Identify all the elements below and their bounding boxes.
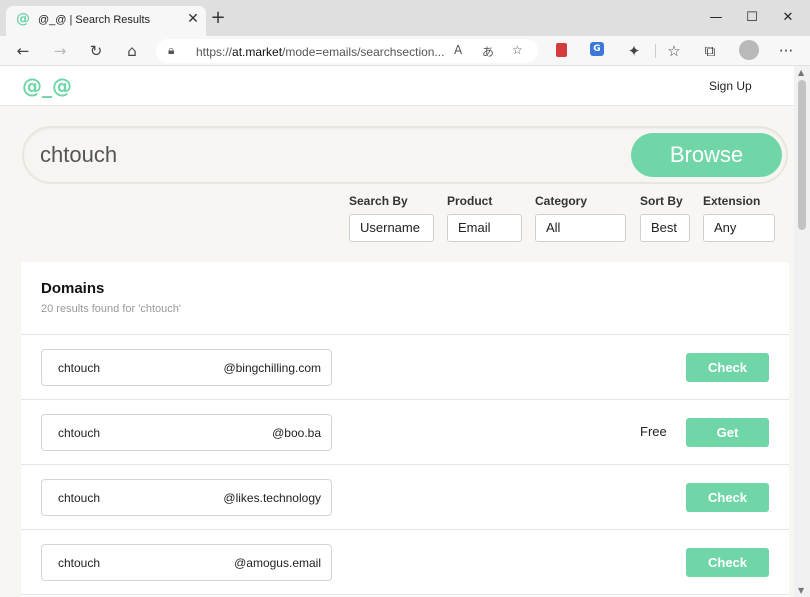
domain-username: chtouch (58, 426, 101, 440)
result-row: chtouch @bingchilling.com Check (21, 335, 789, 400)
sign-up-link[interactable]: Sign Up (709, 79, 752, 93)
filter-sort-by: Sort By Best (640, 194, 690, 242)
price-label: Free (640, 424, 667, 439)
extension-red-icon[interactable] (556, 43, 567, 57)
domain-box: chtouch @boo.ba (41, 414, 332, 451)
minimize-button[interactable]: — (696, 4, 736, 32)
home-icon[interactable]: ⌂ (120, 39, 144, 63)
result-row: chtouch @amogus.email Check (21, 530, 789, 595)
filter-label: Extension (703, 194, 761, 208)
search-by-select[interactable]: Username (349, 214, 434, 242)
domain-box: chtouch @bingchilling.com (41, 349, 332, 386)
translate-icon[interactable]: あ (482, 43, 494, 60)
filter-extension: Extension Any (703, 194, 775, 242)
browse-button[interactable]: Browse (631, 133, 782, 177)
search-bar: Browse (22, 126, 788, 184)
site-favicon-icon: @ (16, 11, 30, 27)
browser-titlebar: @ @_@ | Search Results ✕ + — ☐ ✕ (0, 0, 810, 36)
extensions-icon[interactable]: ✦ (622, 39, 646, 63)
add-favorite-icon[interactable]: ☆ (512, 43, 523, 57)
url-path: /mode=emails/searchsection... (282, 45, 445, 59)
maximize-button[interactable]: ☐ (732, 4, 772, 32)
toolbar-divider (655, 44, 656, 58)
results-count: 20 results found for 'chtouch' (41, 303, 181, 315)
check-button[interactable]: Check (686, 548, 769, 577)
domain-username: chtouch (58, 491, 101, 505)
collections-icon[interactable]: ⧉ (698, 39, 722, 63)
result-row: chtouch @likes.technology Check (21, 465, 789, 530)
domain-name: @boo.ba (272, 426, 321, 440)
results-panel: Domains 20 results found for 'chtouch' c… (21, 262, 789, 597)
results-title: Domains (41, 280, 105, 297)
forward-icon[interactable]: → (48, 39, 72, 63)
check-button[interactable]: Check (686, 353, 769, 382)
reload-icon[interactable]: ↻ (84, 39, 108, 63)
extension-select[interactable]: Any (703, 214, 775, 242)
url-scheme: https:// (196, 45, 233, 59)
domain-name: @bingchilling.com (223, 361, 321, 375)
tab-close-icon[interactable]: ✕ (184, 10, 202, 28)
page-scrollbar[interactable]: ▲ ▼ (794, 66, 810, 597)
window-close-button[interactable]: ✕ (768, 4, 808, 32)
url-host: at.market (232, 45, 283, 59)
domain-name: @likes.technology (223, 491, 321, 505)
filter-product: Product Email (447, 194, 522, 242)
domain-box: chtouch @amogus.email (41, 544, 332, 581)
scroll-down-icon[interactable]: ▼ (798, 586, 804, 595)
address-bar[interactable]: 🔒︎ https://at.market/mode=emails/searchs… (156, 39, 538, 63)
filter-label: Category (535, 194, 588, 208)
product-select[interactable]: Email (447, 214, 522, 242)
domain-box: chtouch @likes.technology (41, 479, 332, 516)
category-select[interactable]: All (535, 214, 626, 242)
domain-name: @amogus.email (234, 556, 321, 570)
url-text: https://at.market/mode=emails/searchsect… (196, 45, 444, 59)
profile-avatar[interactable] (739, 40, 759, 60)
filter-category: Category All (535, 194, 626, 242)
scroll-up-icon[interactable]: ▲ (798, 68, 804, 77)
domain-username: chtouch (58, 556, 101, 570)
domain-username: chtouch (58, 361, 101, 375)
filter-search-by: Search By Username (349, 194, 434, 242)
back-icon[interactable]: ← (11, 39, 35, 63)
browser-toolbar: ← → ↻ ⌂ 🔒︎ https://at.market/mode=emails… (0, 36, 810, 66)
more-menu-icon[interactable]: ··· (774, 39, 798, 63)
new-tab-button[interactable]: + (208, 8, 228, 28)
browser-tab[interactable]: @ @_@ | Search Results ✕ (6, 6, 206, 36)
scroll-thumb[interactable] (798, 80, 806, 230)
favorites-icon[interactable]: ☆ (662, 39, 686, 63)
check-button[interactable]: Check (686, 483, 769, 512)
page-viewport: @_@ Sign Up Browse Search By Username Pr… (0, 66, 810, 597)
sort-by-select[interactable]: Best (640, 214, 690, 242)
search-input[interactable] (40, 140, 600, 170)
read-aloud-icon[interactable]: A (454, 43, 462, 57)
result-row: chtouch @boo.ba Free Get (21, 400, 789, 465)
extension-translate-icon[interactable]: G (590, 42, 604, 56)
lock-icon: 🔒︎ (168, 43, 175, 57)
site-logo[interactable]: @_@ (22, 74, 72, 98)
tab-title: @_@ | Search Results (38, 14, 151, 26)
filter-label: Search By (349, 194, 408, 208)
filter-label: Sort By (640, 194, 683, 208)
filter-label: Product (447, 194, 493, 208)
site-header: @_@ Sign Up (0, 66, 794, 106)
get-button[interactable]: Get (686, 418, 769, 447)
